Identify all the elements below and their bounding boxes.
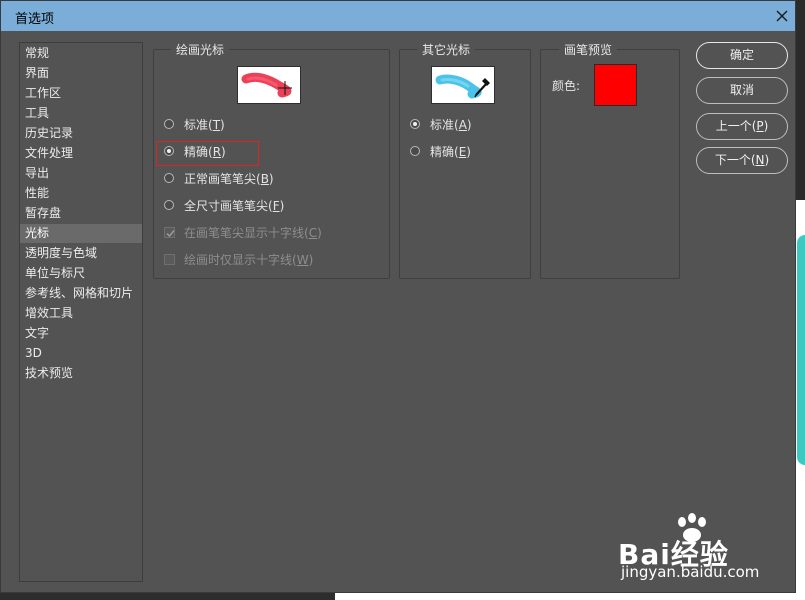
painting-cursors-legend: 绘画光标	[171, 41, 230, 58]
sidebar-item-guides[interactable]: 参考线、网格和切片	[20, 284, 142, 303]
radio-indicator	[164, 173, 174, 183]
sidebar-item-type[interactable]: 文字	[20, 324, 142, 343]
background-app-edge	[795, 0, 805, 600]
radio-indicator	[164, 200, 174, 210]
sidebar-item-tools[interactable]: 工具	[20, 104, 142, 123]
sidebar-item-units[interactable]: 单位与标尺	[20, 264, 142, 283]
checkbox-indicator	[164, 254, 175, 265]
radio-indicator-checked	[164, 146, 174, 156]
preferences-dialog: 首选项 常规 界面 工作区 工具 历史记录 文件处理 导出 性能 暂存盘 光标 …	[0, 0, 796, 593]
radio-indicator	[164, 119, 174, 129]
title-bar[interactable]: 首选项	[1, 1, 795, 31]
baidu-jingyan-watermark: Bai经验 jingyan.baidu.com	[618, 511, 798, 591]
sidebar-item-history[interactable]: 历史记录	[20, 124, 142, 143]
sidebar-item-file-handling[interactable]: 文件处理	[20, 144, 142, 163]
brush-preview-legend: 画笔预览	[559, 41, 618, 58]
sidebar-item-scratch-disks[interactable]: 暂存盘	[20, 204, 142, 223]
window-title: 首选项	[15, 12, 55, 27]
next-button[interactable]: 下一个(N)	[696, 147, 788, 174]
sidebar-item-3d[interactable]: 3D	[20, 344, 142, 363]
close-button[interactable]	[771, 5, 793, 27]
sidebar-item-cursors[interactable]: 光标	[20, 224, 142, 243]
other-cursor-preview	[431, 66, 495, 104]
painting-cursor-preview	[237, 66, 301, 104]
sidebar-item-transparency[interactable]: 透明度与色域	[20, 244, 142, 263]
checkbox-indicator-checked	[164, 227, 175, 238]
radio-indicator	[410, 146, 420, 156]
paw-logo-icon	[678, 513, 706, 542]
other-cursors-legend: 其它光标	[417, 41, 476, 58]
close-icon	[776, 10, 788, 22]
sidebar-item-plugins[interactable]: 增效工具	[20, 304, 142, 323]
sidebar-item-tech-preview[interactable]: 技术预览	[20, 364, 142, 383]
sidebar-item-general[interactable]: 常规	[20, 44, 142, 63]
sidebar-item-export[interactable]: 导出	[20, 164, 142, 183]
checkmark-icon	[166, 230, 175, 238]
color-label: 颜色:	[552, 79, 581, 93]
watermark-url: jingyan.baidu.com	[621, 563, 760, 581]
cancel-button[interactable]: 取消	[696, 77, 788, 104]
preferences-sidebar: 常规 界面 工作区 工具 历史记录 文件处理 导出 性能 暂存盘 光标 透明度与…	[19, 42, 143, 582]
sidebar-item-interface[interactable]: 界面	[20, 64, 142, 83]
sidebar-item-workspace[interactable]: 工作区	[20, 84, 142, 103]
ok-button[interactable]: 确定	[696, 42, 788, 69]
blue-brush-eyedropper-icon	[435, 74, 490, 99]
previous-button[interactable]: 上一个(P)	[696, 113, 788, 140]
watermark-brand: Bai经验	[618, 538, 729, 571]
sidebar-item-performance[interactable]: 性能	[20, 184, 142, 203]
background-taskbar-edge	[0, 592, 805, 600]
brush-color-swatch[interactable]	[594, 64, 637, 106]
radio-indicator-checked	[410, 119, 420, 129]
red-brush-stroke-icon	[241, 72, 292, 98]
